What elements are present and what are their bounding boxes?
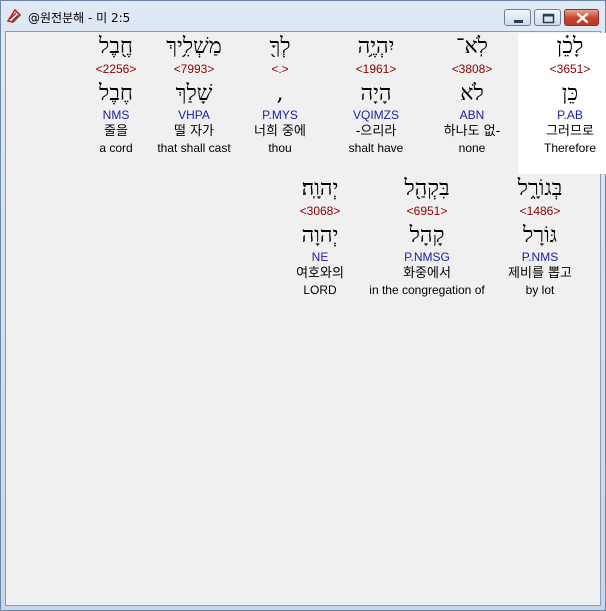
app-window: @원전분해 - 미 2:5 לָכֵ֗ן <3651> כֵּן P.AB 그러… [0,0,606,611]
hebrew-lemma: הָיָה [360,81,392,106]
strong-number: <1486> [519,204,561,218]
english-gloss: by lot [525,283,555,297]
english-gloss: shalt have [348,141,404,155]
korean-gloss: 화중에서 [403,266,451,281]
window-title: @원전분해 - 미 2:5 [28,11,131,25]
hebrew-lemma: גּוֹרָל [523,223,557,248]
hebrew-word: לֹֽא־ [456,34,488,59]
word-block[interactable]: בִּקְהַ֖ל <6951> קָהָל P.NMSG 화중에서 in th… [352,175,502,299]
maximize-button[interactable] [534,9,561,26]
english-gloss: none [458,141,486,155]
hebrew-word: חֶ֖בֶל [99,34,133,59]
hebrew-word: בְּגוֹרָ֑ל [517,176,563,201]
morphology-code: P.AB [557,108,583,122]
hebrew-word: לָכֵ֗ן [556,34,584,59]
word-block[interactable]: חֶ֖בֶל <2256> חֶבֶל NMS 줄을 a cord [64,33,168,157]
english-gloss: LORD [303,283,337,297]
morphology-code: P.NMS [521,250,559,264]
english-gloss: Therefore [543,141,597,155]
morphology-code: ABN [459,108,485,122]
hebrew-lemma: יְהוָה [301,223,339,248]
korean-gloss: 제비를 뽑고 [508,266,572,281]
english-gloss: a cord [99,141,133,155]
korean-gloss: 줄을 [104,124,128,139]
morphology-code: NMS [102,108,130,122]
hebrew-lemma: כֵּן [561,81,579,106]
hebrew-word: יִהְיֶ֥ה [357,34,395,59]
word-block[interactable]: בְּגוֹרָ֑ל <1486> גּוֹרָל P.NMS 제비를 뽑고 b… [488,175,592,299]
morphology-code: VQIMZS [352,108,399,122]
korean-gloss: 그러므로 [546,124,594,139]
strong-number: <1961> [355,62,397,76]
korean-gloss: -으리라 [355,124,397,139]
strong-number: <2256> [95,62,137,76]
hebrew-word: בִּקְהַ֖ל [404,176,450,201]
korean-gloss: 여호와의 [296,266,344,281]
word-block[interactable]: לָכֵ֗ן <3651> כֵּן P.AB 그러므로 Therefore [518,33,606,174]
close-icon [576,12,589,24]
minimize-icon [514,20,523,23]
maximize-icon [542,13,555,24]
word-block[interactable]: יְהוָֽה׃ <3068> יְהוָה NE 여호와의 LORD [268,175,372,299]
title-bar[interactable]: @원전분해 - 미 2:5 [1,1,605,31]
korean-gloss: 하나도 없- [443,124,501,139]
minimize-button[interactable] [504,9,531,26]
strong-number: <6951> [406,204,448,218]
close-button[interactable] [564,9,599,26]
english-gloss: in the congregation of [369,283,485,297]
hebrew-word: יְהוָֽה׃ [301,176,339,201]
strong-number: <3068> [299,204,341,218]
hebrew-lemma: לֹא [460,81,484,106]
morphology-code: NE [311,250,329,264]
hebrew-lemma: חֶבֶל [99,81,133,106]
hebrew-lemma: קָהָל [409,223,445,248]
word-block[interactable]: לֹֽא־ <3808> לֹא ABN 하나도 없- none [420,33,524,157]
strong-number: <3651> [549,62,591,76]
strong-number: <3808> [451,62,493,76]
bible-app-icon[interactable] [6,8,22,24]
morphology-code: P.NMSG [404,250,450,264]
verse-analysis-panel: לָכֵ֗ן <3651> כֵּן P.AB 그러므로 Therefore ל… [5,31,606,606]
word-block[interactable]: יִהְיֶ֥ה <1961> הָיָה VQIMZS -으리라 shalt … [324,33,428,157]
